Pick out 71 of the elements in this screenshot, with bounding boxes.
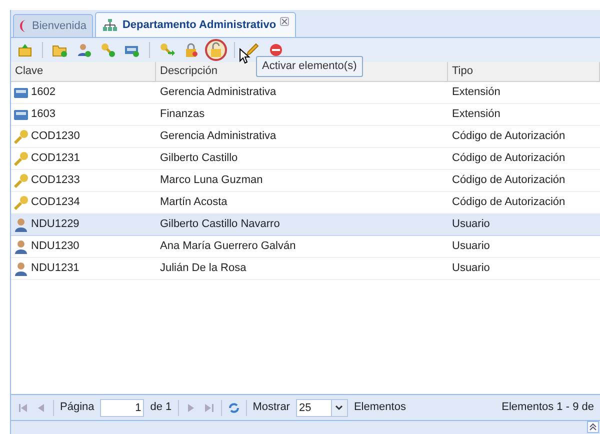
table-cell-text: Finanzas bbox=[159, 107, 206, 122]
table-row[interactable]: 1603 Finanzas Extensión bbox=[11, 104, 600, 126]
first-page-icon[interactable] bbox=[17, 402, 29, 414]
upload-icon bbox=[17, 42, 33, 58]
table-cell-text: Gerencia Administrativa bbox=[159, 129, 278, 144]
column-header[interactable]: Clave bbox=[11, 62, 156, 81]
page-size-field[interactable]: 25 bbox=[296, 398, 348, 416]
key-add-icon bbox=[100, 42, 116, 58]
last-page-icon[interactable] bbox=[202, 402, 215, 414]
table-cell-text: Julián De la Rosa bbox=[159, 261, 248, 276]
page-input[interactable]: 1 bbox=[100, 398, 144, 416]
items-label: Elementos bbox=[354, 400, 406, 416]
table-cell-text: NDU1230 bbox=[31, 239, 80, 254]
table-cell-text: Código de Autorización bbox=[451, 195, 566, 210]
key-icon bbox=[13, 172, 29, 188]
unlock-icon bbox=[208, 42, 224, 58]
table-cell-text: Código de Autorización bbox=[451, 129, 566, 144]
key-icon bbox=[13, 194, 29, 210]
items-summary: Elementos 1 - 9 de bbox=[502, 400, 594, 416]
table-cell-text: Gerencia Administrativa bbox=[159, 85, 278, 100]
table-cell-text: Código de Autorización bbox=[451, 151, 566, 166]
table-cell-text: Usuario bbox=[451, 217, 491, 232]
user-icon bbox=[13, 260, 29, 276]
key-arrow-icon bbox=[159, 42, 175, 58]
table-row[interactable]: NDU1230 Ana María Guerrero Galván Usuario bbox=[11, 236, 600, 258]
key-icon bbox=[13, 128, 29, 144]
page-size-label: Mostrar bbox=[252, 400, 290, 416]
table-cell-text: Ana María Guerrero Galván bbox=[159, 239, 297, 254]
table-cell-text: Usuario bbox=[451, 261, 491, 276]
pencil-icon bbox=[244, 42, 260, 58]
user-icon bbox=[13, 238, 29, 254]
table-cell-text: Extensión bbox=[451, 107, 502, 122]
table-cell-text: Marco Luna Guzman bbox=[159, 173, 264, 188]
table-cell-text: COD1231 bbox=[31, 151, 80, 166]
close-icon[interactable] bbox=[280, 17, 290, 26]
table-cell-text: Usuario bbox=[451, 239, 491, 254]
column-header[interactable]: Tipo bbox=[448, 62, 600, 81]
table-cell-text: Código de Autorización bbox=[451, 173, 566, 188]
table-row[interactable]: NDU1231 Julián De la Rosa Usuario bbox=[11, 258, 600, 280]
tooltip: Activar elemento(s) bbox=[256, 56, 363, 76]
table-cell-text: Gilberto Castillo bbox=[159, 151, 239, 166]
table-cell-text: COD1233 bbox=[31, 173, 80, 188]
table-cell-text: 1603 bbox=[31, 107, 56, 122]
table-cell-text: Gilberto Castillo Navarro bbox=[159, 217, 281, 232]
org-chart-icon bbox=[102, 17, 118, 33]
page-count: de 1 bbox=[150, 400, 172, 416]
table-cell-text: 1602 bbox=[31, 85, 56, 100]
crescent-icon bbox=[20, 18, 28, 34]
table-row[interactable]: COD1233 Marco Luna Guzman Código de Autorización bbox=[11, 170, 600, 192]
table-cell-text: COD1230 bbox=[31, 129, 80, 144]
table-row[interactable]: COD1231 Gilberto Castillo Código de Autorización bbox=[11, 148, 600, 170]
tab[interactable]: Bienvenida bbox=[13, 14, 94, 37]
table-cell-text: NDU1229 bbox=[31, 217, 80, 232]
user-icon bbox=[13, 216, 29, 232]
expand-icon[interactable] bbox=[587, 421, 599, 433]
refresh-icon[interactable] bbox=[228, 402, 240, 414]
tab[interactable]: Departamento Administrativo bbox=[95, 12, 296, 37]
delete-icon bbox=[268, 42, 284, 58]
table-row[interactable]: 1602 Gerencia Administrativa Extensión bbox=[11, 82, 600, 104]
table-cell-text: Extensión bbox=[451, 85, 502, 100]
table-cell-text: COD1234 bbox=[31, 195, 80, 210]
table-row[interactable]: COD1230 Gerencia Administrativa Código de Autorización bbox=[11, 126, 600, 148]
user-add-icon bbox=[76, 42, 92, 58]
table-cell-text: Martín Acosta bbox=[159, 195, 228, 210]
caret-icon[interactable] bbox=[335, 404, 344, 410]
lock-icon bbox=[183, 42, 199, 58]
page-label: Página bbox=[60, 400, 94, 416]
table-row[interactable]: NDU1229 Gilberto Castillo Navarro Usuario bbox=[11, 214, 600, 236]
table-cell-text: NDU1231 bbox=[31, 261, 80, 276]
cursor-icon bbox=[239, 48, 251, 64]
key-icon bbox=[13, 150, 29, 166]
